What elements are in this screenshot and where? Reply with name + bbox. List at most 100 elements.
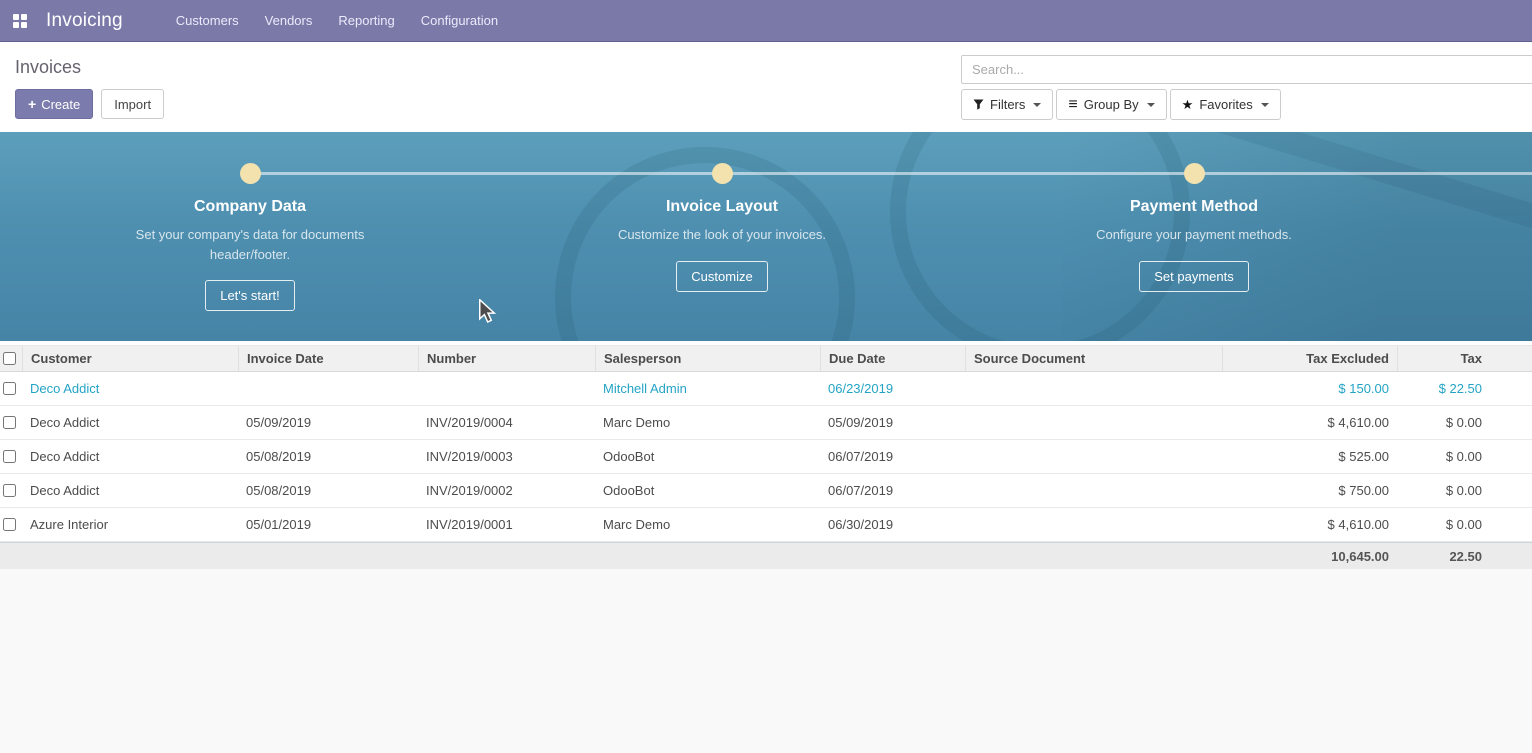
column-header-salesperson[interactable]: Salesperson xyxy=(595,346,820,371)
select-all-checkbox-cell xyxy=(0,346,22,371)
cell-salesperson: Marc Demo xyxy=(595,517,820,532)
menu-reporting[interactable]: Reporting xyxy=(325,0,407,42)
filters-button[interactable]: Filters xyxy=(961,89,1053,120)
cell-due-date: 06/07/2019 xyxy=(820,449,965,464)
onboarding-step-payment-method: Payment Method Configure your payment me… xyxy=(1044,198,1344,292)
cell-invoice-date: 05/09/2019 xyxy=(238,415,418,430)
column-header-due-date[interactable]: Due Date xyxy=(820,346,965,371)
column-header-customer[interactable]: Customer xyxy=(22,346,238,371)
column-header-tax[interactable]: Tax xyxy=(1397,346,1532,371)
row-checkbox[interactable] xyxy=(3,450,16,463)
cell-invoice-date: 05/01/2019 xyxy=(238,517,418,532)
cell-tax: $ 0.00 xyxy=(1397,483,1532,498)
cell-invoice-date: 05/08/2019 xyxy=(238,449,418,464)
onboarding-step-company-data: Company Data Set your company's data for… xyxy=(100,198,400,311)
cell-number: INV/2019/0002 xyxy=(418,483,595,498)
apps-grid-icon xyxy=(13,14,27,28)
cell-due-date: 06/23/2019 xyxy=(820,381,965,396)
mouse-cursor-icon xyxy=(478,299,498,323)
table-row[interactable]: Deco Addict 05/08/2019 INV/2019/0002 Odo… xyxy=(0,474,1532,508)
favorites-button[interactable]: ★ Favorites xyxy=(1170,89,1281,120)
control-panel: Invoices + Create Import Filters ≡ Group… xyxy=(0,42,1532,132)
select-all-checkbox[interactable] xyxy=(3,352,16,365)
row-checkbox[interactable] xyxy=(3,416,16,429)
page-title: Invoices xyxy=(15,57,81,78)
column-header-invoice-date[interactable]: Invoice Date xyxy=(238,346,418,371)
step-description: Set your company's data for documents he… xyxy=(135,225,365,264)
row-checkbox[interactable] xyxy=(3,484,16,497)
row-checkbox[interactable] xyxy=(3,518,16,531)
row-checkbox[interactable] xyxy=(3,382,16,395)
group-by-button[interactable]: ≡ Group By xyxy=(1056,89,1166,120)
caret-down-icon xyxy=(1147,103,1155,107)
cell-due-date: 06/30/2019 xyxy=(820,517,965,532)
app-title: Invoicing xyxy=(46,10,123,32)
top-navbar: Invoicing Customers Vendors Reporting Co… xyxy=(0,0,1532,42)
cell-customer: Deco Addict xyxy=(22,449,238,464)
table-row[interactable]: Deco Addict Mitchell Admin 06/23/2019 $ … xyxy=(0,372,1532,406)
cell-due-date: 06/07/2019 xyxy=(820,483,965,498)
step-title: Company Data xyxy=(100,198,400,216)
step-dot-invoice-layout xyxy=(712,163,733,184)
onboarding-step-invoice-layout: Invoice Layout Customize the look of you… xyxy=(572,198,872,292)
apps-menu-button[interactable] xyxy=(0,0,40,42)
customize-button[interactable]: Customize xyxy=(676,261,767,292)
total-tax-excluded: 10,645.00 xyxy=(1222,549,1397,564)
navbar-menu: Customers Vendors Reporting Configuratio… xyxy=(163,0,511,42)
cell-salesperson: OdooBot xyxy=(595,483,820,498)
step-title: Invoice Layout xyxy=(572,198,872,216)
cell-number: INV/2019/0004 xyxy=(418,415,595,430)
cell-tax-excluded: $ 150.00 xyxy=(1222,381,1397,396)
onboarding-banner: Company Data Set your company's data for… xyxy=(0,132,1532,341)
step-dot-company-data xyxy=(240,163,261,184)
plus-icon: + xyxy=(28,97,36,111)
total-tax: 22.50 xyxy=(1397,549,1532,564)
cell-tax: $ 0.00 xyxy=(1397,415,1532,430)
table-row[interactable]: Deco Addict 05/09/2019 INV/2019/0004 Mar… xyxy=(0,406,1532,440)
cell-invoice-date: 05/08/2019 xyxy=(238,483,418,498)
table-totals-row: 10,645.00 22.50 xyxy=(0,542,1532,570)
star-icon: ★ xyxy=(1182,97,1194,113)
cell-salesperson: Marc Demo xyxy=(595,415,820,430)
onboarding-progress-line xyxy=(250,172,1532,175)
create-button[interactable]: + Create xyxy=(15,89,93,119)
step-description: Configure your payment methods. xyxy=(1064,225,1324,245)
cell-number: INV/2019/0001 xyxy=(418,517,595,532)
step-description: Customize the look of your invoices. xyxy=(607,225,837,245)
cell-customer: Deco Addict xyxy=(22,381,238,396)
menu-customers[interactable]: Customers xyxy=(163,0,252,42)
caret-down-icon xyxy=(1261,103,1269,107)
table-row[interactable]: Deco Addict 05/08/2019 INV/2019/0003 Odo… xyxy=(0,440,1532,474)
cell-salesperson: OdooBot xyxy=(595,449,820,464)
lets-start-button[interactable]: Let's start! xyxy=(205,280,295,311)
cell-salesperson: Mitchell Admin xyxy=(595,381,820,396)
menu-configuration[interactable]: Configuration xyxy=(408,0,511,42)
cell-tax-excluded: $ 4,610.00 xyxy=(1222,517,1397,532)
column-header-number[interactable]: Number xyxy=(418,346,595,371)
table-header-row: Customer Invoice Date Number Salesperson… xyxy=(0,345,1532,372)
step-dot-payment-method xyxy=(1184,163,1205,184)
search-input[interactable] xyxy=(961,55,1532,84)
cell-tax: $ 22.50 xyxy=(1397,381,1532,396)
cell-number: INV/2019/0003 xyxy=(418,449,595,464)
cell-tax-excluded: $ 525.00 xyxy=(1222,449,1397,464)
column-header-tax-excluded[interactable]: Tax Excluded xyxy=(1222,346,1397,371)
cell-due-date: 05/09/2019 xyxy=(820,415,965,430)
import-button[interactable]: Import xyxy=(101,89,164,119)
cell-customer: Azure Interior xyxy=(22,517,238,532)
caret-down-icon xyxy=(1033,103,1041,107)
menu-vendors[interactable]: Vendors xyxy=(252,0,326,42)
table-row[interactable]: Azure Interior 05/01/2019 INV/2019/0001 … xyxy=(0,508,1532,542)
cell-tax: $ 0.00 xyxy=(1397,517,1532,532)
cell-customer: Deco Addict xyxy=(22,483,238,498)
column-header-source-document[interactable]: Source Document xyxy=(965,346,1222,371)
group-by-bars-icon: ≡ xyxy=(1068,97,1077,113)
empty-area xyxy=(0,569,1532,753)
invoice-list: Customer Invoice Date Number Salesperson… xyxy=(0,345,1532,570)
filter-funnel-icon xyxy=(973,99,984,110)
cell-tax-excluded: $ 750.00 xyxy=(1222,483,1397,498)
set-payments-button[interactable]: Set payments xyxy=(1139,261,1249,292)
step-title: Payment Method xyxy=(1044,198,1344,216)
cell-tax-excluded: $ 4,610.00 xyxy=(1222,415,1397,430)
cell-customer: Deco Addict xyxy=(22,415,238,430)
